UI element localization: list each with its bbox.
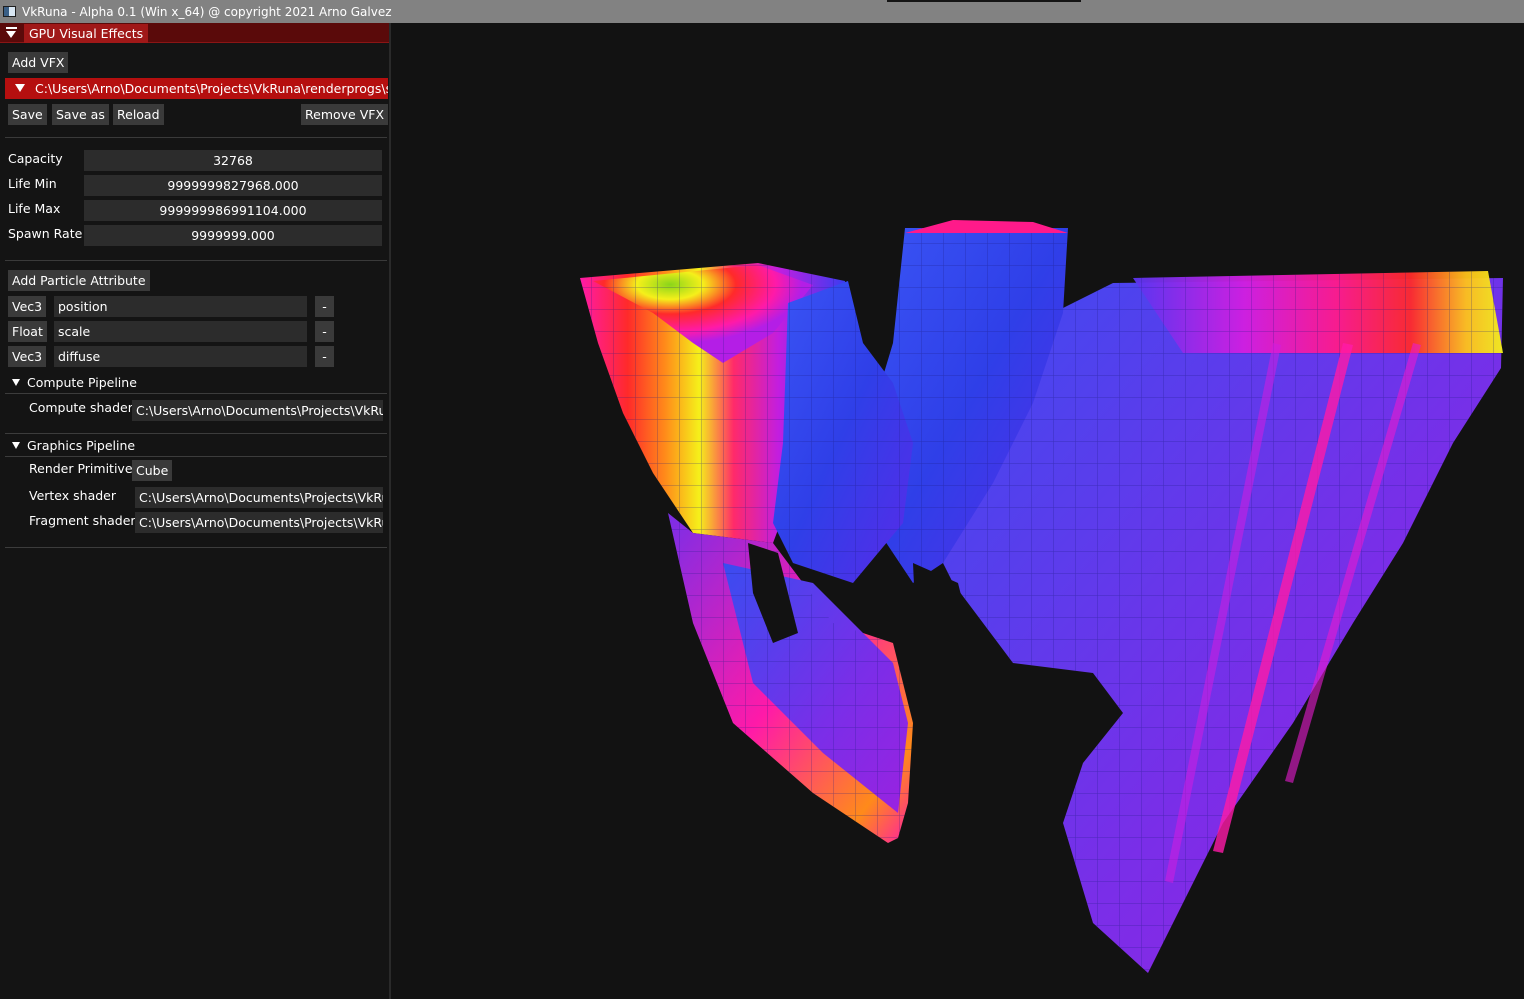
remove-vfx-button[interactable]: Remove VFX bbox=[301, 104, 389, 125]
render-primitive-select[interactable]: Cube bbox=[132, 460, 173, 481]
right-slab-top-grid bbox=[1133, 271, 1503, 353]
life-max-input[interactable]: 999999986991104.000 bbox=[84, 200, 382, 221]
add-particle-attribute-button[interactable]: Add Particle Attribute bbox=[8, 270, 150, 291]
life-min-input[interactable]: 9999999827968.000 bbox=[84, 175, 382, 196]
separator bbox=[5, 456, 387, 457]
remove-attribute-button[interactable]: - bbox=[315, 321, 334, 342]
capacity-input[interactable]: 32768 bbox=[84, 150, 382, 171]
attribute-name-input[interactable]: position bbox=[54, 296, 307, 317]
particle-scene bbox=[580, 220, 1503, 973]
attribute-type-button[interactable]: Vec3 bbox=[8, 296, 47, 317]
separator bbox=[5, 433, 387, 434]
fragment-shader-label: Fragment shader bbox=[29, 513, 136, 528]
reload-button[interactable]: Reload bbox=[113, 104, 164, 125]
save-as-button[interactable]: Save as bbox=[52, 104, 109, 125]
separator bbox=[5, 137, 387, 138]
compute-shader-input[interactable]: C:\Users\Arno\Documents\Projects\VkRun bbox=[132, 400, 383, 421]
panel-header[interactable]: GPU Visual Effects bbox=[0, 23, 389, 43]
expand-arrow-icon bbox=[12, 442, 20, 449]
lower-left-leg-grid bbox=[668, 513, 913, 843]
graphics-pipeline-header[interactable]: Graphics Pipeline bbox=[12, 438, 135, 453]
separator bbox=[5, 547, 387, 548]
attribute-name-input[interactable]: scale bbox=[54, 321, 307, 342]
vfx-path-text: C:\Users\Arno\Documents\Projects\VkRuna\… bbox=[35, 81, 388, 96]
compute-pipeline-title: Compute Pipeline bbox=[27, 375, 137, 390]
title-drag-mark bbox=[887, 0, 1081, 2]
vfx-path-tree-node[interactable]: C:\Users\Arno\Documents\Projects\VkRuna\… bbox=[5, 78, 388, 99]
separator bbox=[5, 260, 387, 261]
fragment-shader-input[interactable]: C:\Users\Arno\Documents\Projects\VkRun bbox=[135, 512, 383, 533]
save-button[interactable]: Save bbox=[8, 104, 47, 125]
render-primitive-label: Render Primitive bbox=[29, 461, 133, 476]
compute-pipeline-header[interactable]: Compute Pipeline bbox=[12, 375, 137, 390]
capacity-label: Capacity bbox=[8, 151, 63, 166]
vfx-editor-panel: GPU Visual Effects Add VFX C:\Users\Arno… bbox=[0, 23, 391, 999]
spawn-rate-input[interactable]: 9999999.000 bbox=[84, 225, 382, 246]
attribute-name-input[interactable]: diffuse bbox=[54, 346, 307, 367]
expand-arrow-icon bbox=[15, 84, 25, 92]
render-viewport[interactable] bbox=[393, 23, 1524, 999]
spawn-rate-label: Spawn Rate bbox=[8, 226, 83, 241]
graphics-pipeline-title: Graphics Pipeline bbox=[27, 438, 136, 453]
life-min-label: Life Min bbox=[8, 176, 57, 191]
collapse-menu-icon[interactable] bbox=[6, 27, 17, 38]
attribute-type-button[interactable]: Float bbox=[8, 321, 47, 342]
attribute-type-button[interactable]: Vec3 bbox=[8, 346, 47, 367]
vertex-shader-input[interactable]: C:\Users\Arno\Documents\Projects\VkRun bbox=[135, 487, 383, 508]
compute-shader-label: Compute shader bbox=[29, 400, 133, 415]
app-window-icon bbox=[3, 6, 16, 17]
separator bbox=[5, 393, 387, 394]
remove-attribute-button[interactable]: - bbox=[315, 346, 334, 367]
window-title-bar: VkRuna - Alpha 0.1 (Win x_64) @ copyrigh… bbox=[0, 0, 1524, 23]
life-max-label: Life Max bbox=[8, 201, 61, 216]
window-title: VkRuna - Alpha 0.1 (Win x_64) @ copyrigh… bbox=[22, 4, 392, 19]
panel-header-title[interactable]: GPU Visual Effects bbox=[24, 24, 149, 43]
add-vfx-button[interactable]: Add VFX bbox=[8, 52, 69, 73]
vertex-shader-label: Vertex shader bbox=[29, 488, 117, 503]
expand-arrow-icon bbox=[12, 379, 20, 386]
center-column-top bbox=[905, 220, 1068, 233]
remove-attribute-button[interactable]: - bbox=[315, 296, 334, 317]
